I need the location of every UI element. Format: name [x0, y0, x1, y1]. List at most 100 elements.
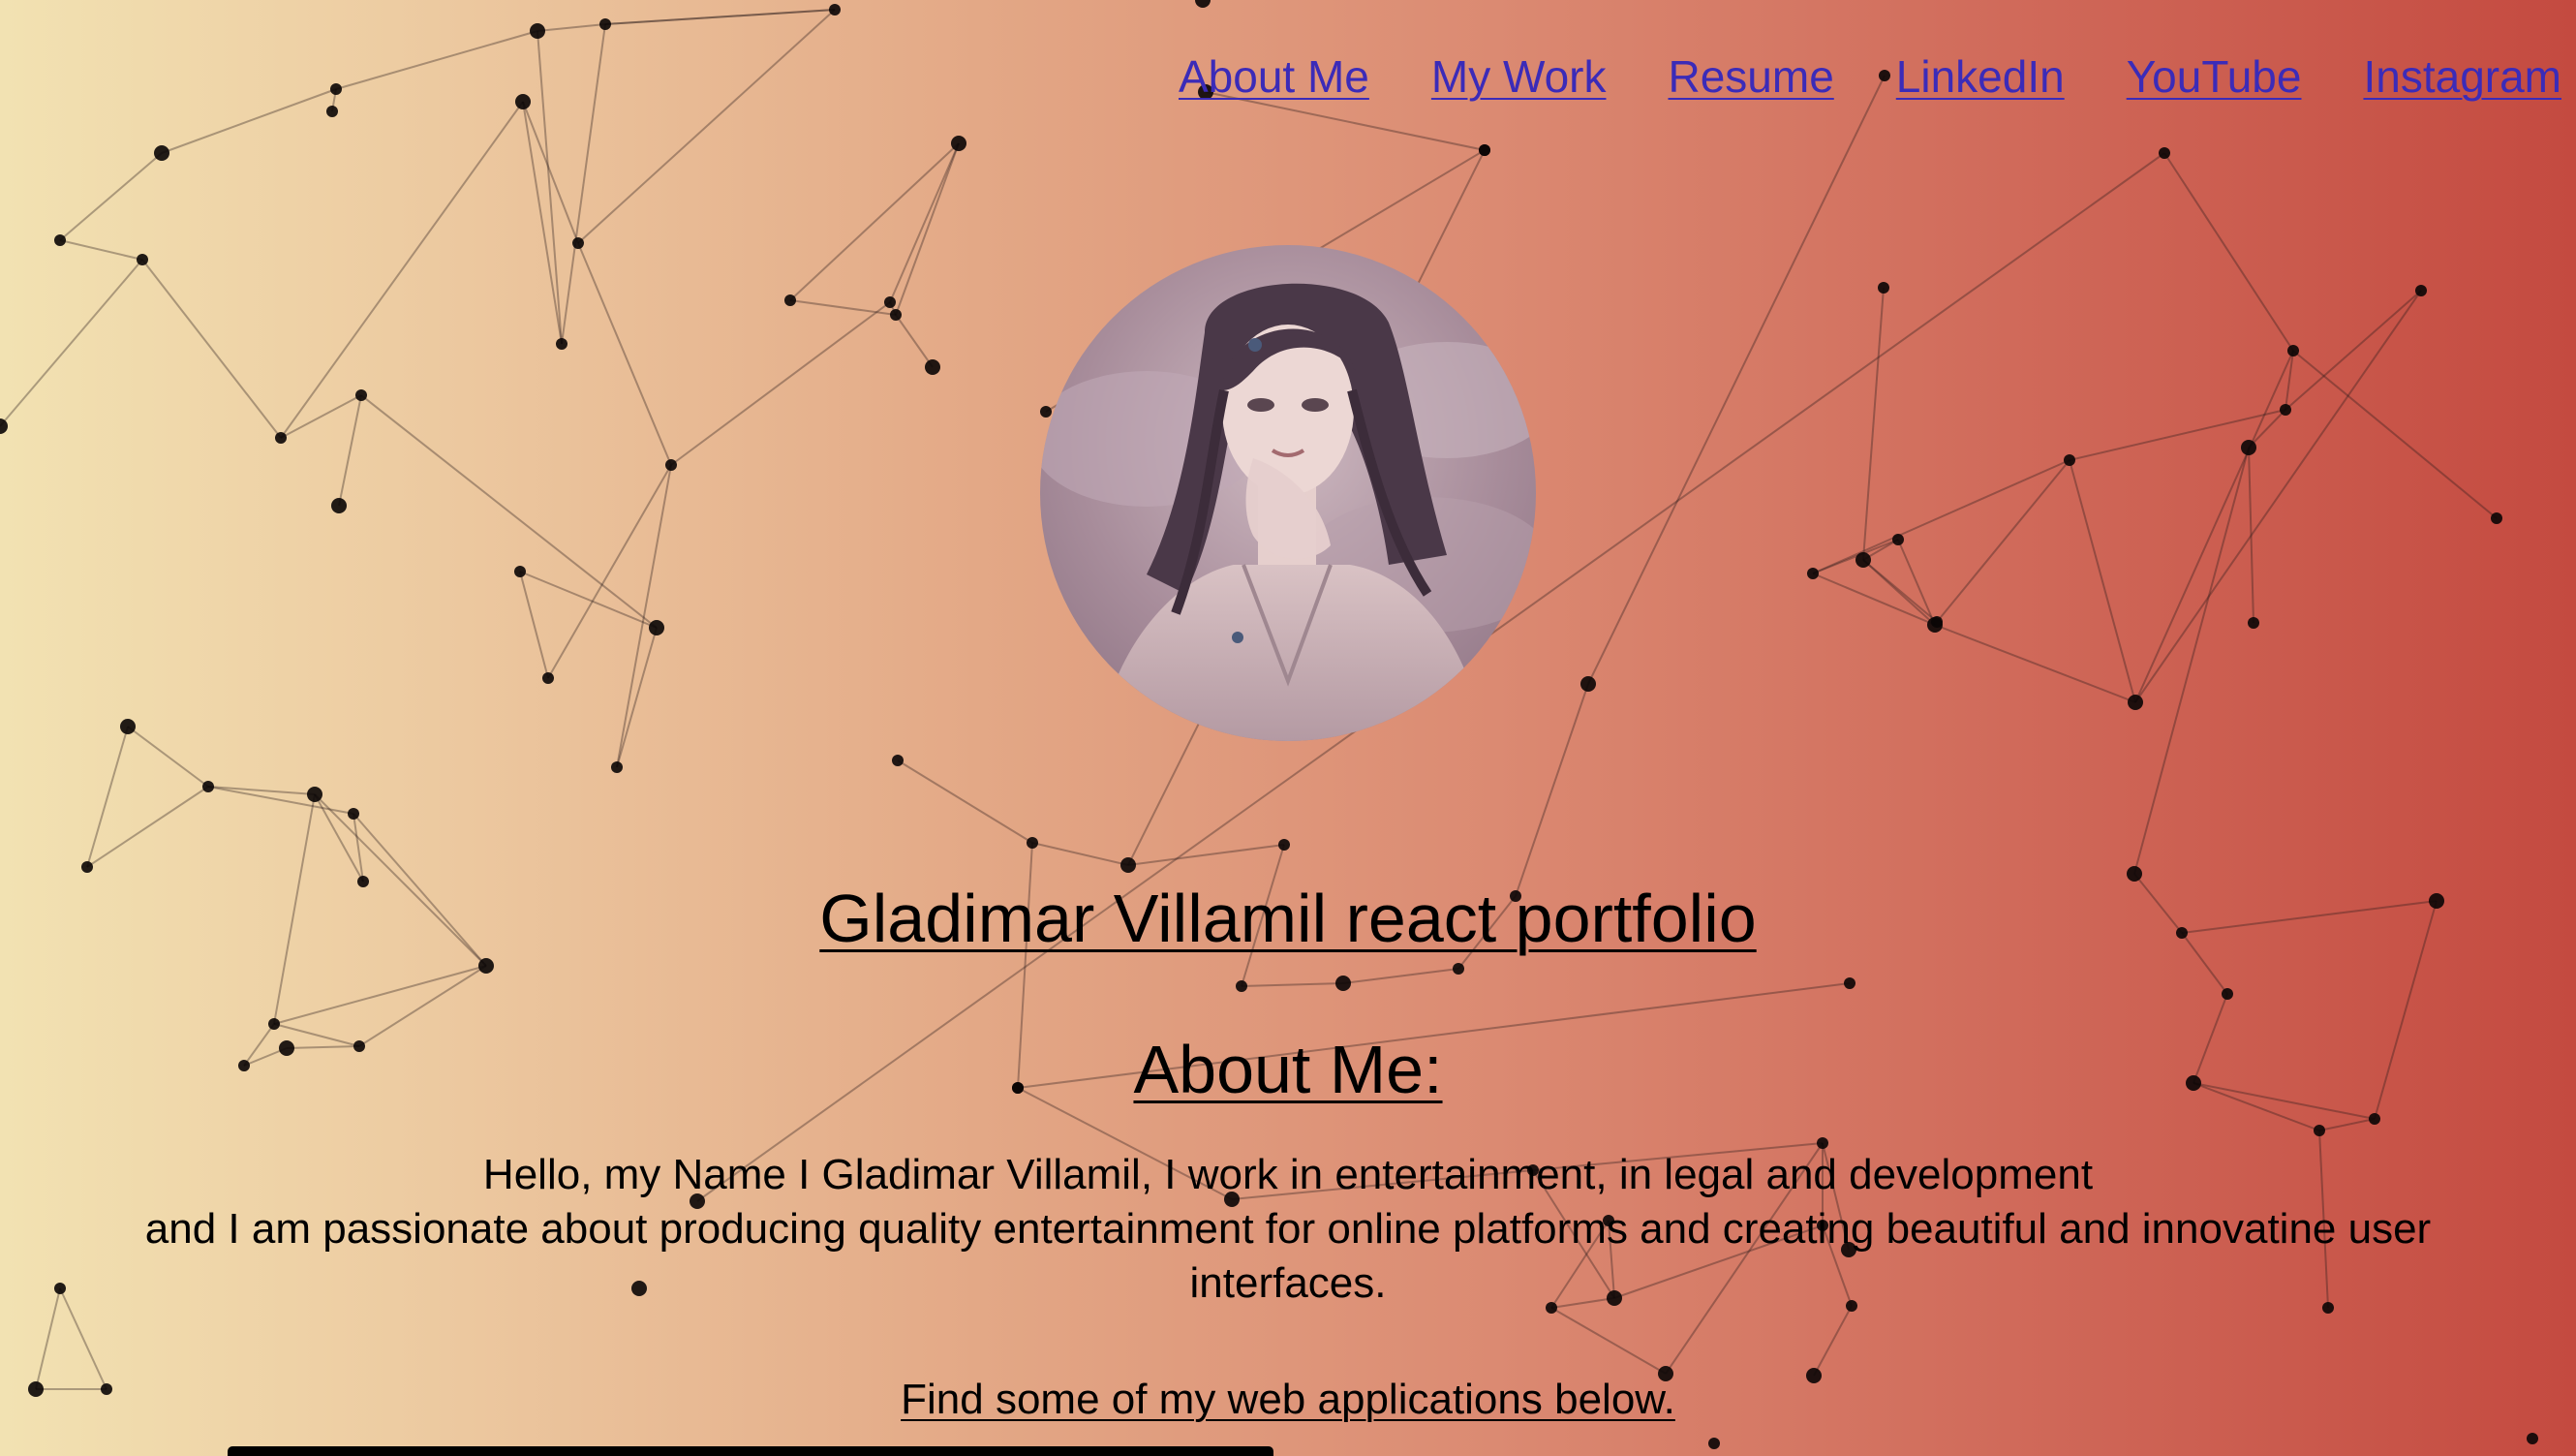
- network-node: [120, 719, 136, 734]
- network-node: [649, 620, 664, 635]
- network-link: [2134, 350, 2294, 703]
- network-node: [2222, 988, 2233, 1000]
- network-link: [577, 9, 836, 244]
- network-link: [338, 394, 362, 507]
- network-node: [137, 254, 148, 265]
- network-node: [1027, 837, 1038, 849]
- network-link: [1934, 624, 2136, 703]
- network-node: [154, 145, 169, 161]
- network-link: [2134, 290, 2422, 703]
- network-node: [1236, 980, 1247, 992]
- network-link: [273, 965, 487, 1025]
- nav-link-linkedin[interactable]: LinkedIn: [1896, 50, 2065, 103]
- network-link: [789, 142, 960, 301]
- network-node: [556, 338, 567, 350]
- network-link: [537, 30, 563, 345]
- network-node: [515, 94, 531, 109]
- network-link: [280, 101, 524, 439]
- network-node: [1040, 406, 1052, 418]
- nav-link-my-work[interactable]: My Work: [1431, 50, 1607, 103]
- network-link: [59, 152, 163, 241]
- network-link: [789, 299, 897, 316]
- page-title[interactable]: Gladimar Villamil react portfolio: [0, 880, 2576, 957]
- network-link: [280, 394, 362, 439]
- network-node: [1844, 977, 1855, 989]
- network-node: [2159, 147, 2170, 159]
- network-node: [275, 432, 287, 444]
- network-link: [127, 726, 209, 788]
- network-node: [2369, 1113, 2380, 1125]
- network-link: [141, 259, 282, 439]
- network-node: [611, 761, 623, 773]
- web-applications-link[interactable]: Find some of my web applications below.: [0, 1376, 2576, 1424]
- nav-link-youtube[interactable]: YouTube: [2127, 50, 2302, 103]
- network-link: [895, 142, 960, 316]
- network-node: [2314, 1125, 2325, 1136]
- network-node: [2064, 454, 2075, 466]
- network-node: [331, 498, 347, 513]
- network-node: [514, 566, 526, 577]
- network-node: [951, 136, 966, 151]
- network-node: [268, 1018, 280, 1030]
- about-me-line-2: and I am passionate about producing qual…: [144, 1205, 2432, 1307]
- network-link: [2248, 409, 2286, 449]
- network-link: [1031, 842, 1129, 866]
- network-node: [1335, 976, 1351, 991]
- about-me-line-1: Hello, my Name I Gladimar Villamil, I wo…: [482, 1151, 2094, 1198]
- network-node: [599, 18, 611, 30]
- network-link: [889, 142, 960, 303]
- network-node: [542, 672, 554, 684]
- network-node: [1708, 1438, 1720, 1449]
- network-link: [1812, 459, 2070, 574]
- network-node: [326, 106, 338, 117]
- network-link: [1342, 968, 1459, 984]
- profile-avatar: [1040, 245, 1536, 741]
- network-node: [307, 787, 322, 802]
- network-link: [561, 23, 606, 345]
- network-link: [2133, 447, 2250, 875]
- network-node: [330, 83, 342, 95]
- network-node: [784, 294, 796, 306]
- network-link: [522, 101, 563, 345]
- network-link: [519, 571, 549, 679]
- network-link: [161, 88, 337, 154]
- about-me-heading: About Me:: [1133, 1032, 1443, 1107]
- nav-link-instagram[interactable]: Instagram: [2363, 50, 2561, 103]
- about-me-text: Hello, my Name I Gladimar Villamil, I wo…: [0, 1148, 2576, 1311]
- network-link: [616, 627, 658, 768]
- network-link: [1936, 459, 2070, 623]
- network-link: [577, 242, 672, 466]
- network-link: [2285, 290, 2422, 411]
- network-link: [522, 101, 579, 244]
- network-node: [0, 418, 8, 434]
- network-node: [1878, 282, 1889, 294]
- network-node: [884, 296, 896, 308]
- nav-link-resume[interactable]: Resume: [1668, 50, 1833, 103]
- network-link: [1862, 287, 1885, 561]
- network-node: [1453, 963, 1464, 975]
- network-node: [1195, 0, 1211, 8]
- network-link: [86, 726, 129, 868]
- network-node: [1892, 534, 1904, 545]
- network-link: [59, 239, 143, 261]
- network-link: [2069, 459, 2136, 703]
- network-link: [1127, 844, 1285, 866]
- network-link: [1813, 1305, 1853, 1377]
- network-link: [1241, 982, 1344, 987]
- top-navigation: About Me My Work Resume LinkedIn YouTube…: [1179, 50, 2561, 103]
- network-node: [2415, 285, 2427, 296]
- network-link: [670, 301, 891, 466]
- network-link: [1515, 683, 1589, 897]
- network-node: [1479, 144, 1490, 156]
- network-link: [537, 23, 606, 32]
- network-node: [2241, 440, 2256, 455]
- network-node: [1580, 676, 1596, 692]
- network-node: [202, 781, 214, 792]
- nav-link-about-me[interactable]: About Me: [1179, 50, 1369, 103]
- network-node: [1807, 568, 1819, 579]
- network-node: [1120, 857, 1136, 873]
- network-link: [335, 30, 538, 90]
- network-node: [530, 23, 545, 39]
- scrollbar-indicator: [228, 1446, 1273, 1456]
- network-node: [1855, 552, 1871, 568]
